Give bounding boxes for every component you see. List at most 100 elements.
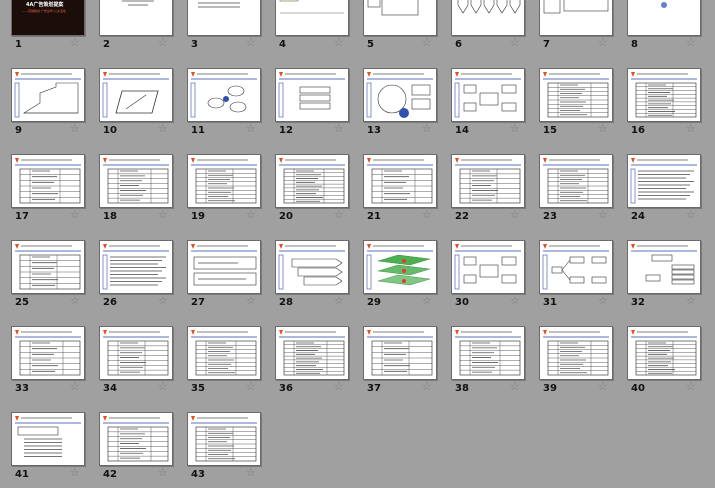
slide-thumbnail[interactable]: [99, 68, 173, 122]
slide-transition-star-icon[interactable]: ☆: [686, 295, 696, 307]
slide-transition-star-icon[interactable]: ☆: [246, 381, 256, 393]
slide-thumbnail-cell[interactable]: 30 ☆: [451, 240, 539, 326]
slide-thumbnail-cell[interactable]: 38 ☆: [451, 326, 539, 412]
slide-thumbnail[interactable]: [187, 154, 261, 208]
slide-thumbnail-cell[interactable]: 41 ☆: [11, 412, 99, 488]
slide-transition-star-icon[interactable]: ☆: [70, 467, 80, 479]
slide-thumbnail[interactable]: [275, 154, 349, 208]
slide-thumbnail[interactable]: [187, 412, 261, 466]
slide-thumbnail[interactable]: [275, 240, 349, 294]
slide-thumbnail-cell[interactable]: 2 ☆: [99, 0, 187, 68]
slide-thumbnail-cell[interactable]: 39 ☆: [539, 326, 627, 412]
slide-thumbnail[interactable]: [99, 154, 173, 208]
slide-thumbnail[interactable]: [275, 68, 349, 122]
slide-thumbnail-cell[interactable]: 5 ☆: [363, 0, 451, 68]
slide-thumbnail-cell[interactable]: 14 ☆: [451, 68, 539, 154]
slide-thumbnail[interactable]: [627, 240, 701, 294]
slide-transition-star-icon[interactable]: ☆: [246, 37, 256, 49]
slide-thumbnail[interactable]: [11, 68, 85, 122]
slide-transition-star-icon[interactable]: ☆: [510, 209, 520, 221]
slide-transition-star-icon[interactable]: ☆: [510, 295, 520, 307]
slide-thumbnail[interactable]: [99, 240, 173, 294]
slide-thumbnail[interactable]: [539, 0, 613, 36]
slide-thumbnail[interactable]: [363, 154, 437, 208]
slide-thumbnail-cell[interactable]: 31 ☆: [539, 240, 627, 326]
slide-thumbnail-cell[interactable]: 32 ☆: [627, 240, 715, 326]
slide-thumbnail[interactable]: [363, 68, 437, 122]
slide-transition-star-icon[interactable]: ☆: [510, 123, 520, 135]
slide-thumbnail[interactable]: [451, 326, 525, 380]
slide-thumbnail-cell[interactable]: 29 ☆: [363, 240, 451, 326]
slide-thumbnail[interactable]: [275, 326, 349, 380]
slide-thumbnail[interactable]: [451, 154, 525, 208]
slide-thumbnail-cell[interactable]: 8 ☆: [627, 0, 715, 68]
slide-thumbnail[interactable]: [539, 68, 613, 122]
slide-transition-star-icon[interactable]: ☆: [158, 209, 168, 221]
slide-thumbnail[interactable]: [11, 326, 85, 380]
slide-thumbnail-cell[interactable]: 10 ☆: [99, 68, 187, 154]
slide-thumbnail[interactable]: [539, 154, 613, 208]
slide-thumbnail[interactable]: [451, 68, 525, 122]
slide-thumbnail-cell[interactable]: 17 ☆: [11, 154, 99, 240]
slide-thumbnail-cell[interactable]: 20 ☆: [275, 154, 363, 240]
slide-thumbnail[interactable]: [187, 68, 261, 122]
slide-transition-star-icon[interactable]: ☆: [422, 381, 432, 393]
slide-transition-star-icon[interactable]: ☆: [246, 467, 256, 479]
slide-thumbnail-cell[interactable]: 25 ☆: [11, 240, 99, 326]
slide-thumbnail[interactable]: [627, 68, 701, 122]
slide-thumbnail[interactable]: [627, 0, 701, 36]
slide-thumbnail-cell[interactable]: 15 ☆: [539, 68, 627, 154]
slide-transition-star-icon[interactable]: ☆: [334, 123, 344, 135]
slide-thumbnail[interactable]: [275, 0, 349, 36]
slide-transition-star-icon[interactable]: ☆: [70, 37, 80, 49]
slide-thumbnail-cell[interactable]: 40 ☆: [627, 326, 715, 412]
slide-transition-star-icon[interactable]: ☆: [510, 381, 520, 393]
slide-thumbnail-cell[interactable]: 12 ☆: [275, 68, 363, 154]
slide-thumbnail[interactable]: [11, 154, 85, 208]
slide-thumbnail-cell[interactable]: 21 ☆: [363, 154, 451, 240]
slide-thumbnail-cell[interactable]: 7 ☆: [539, 0, 627, 68]
slide-transition-star-icon[interactable]: ☆: [158, 123, 168, 135]
slide-thumbnail[interactable]: [451, 0, 525, 36]
slide-transition-star-icon[interactable]: ☆: [70, 295, 80, 307]
slide-thumbnail-cell[interactable]: 33 ☆: [11, 326, 99, 412]
slide-thumbnail[interactable]: [187, 0, 261, 36]
slide-transition-star-icon[interactable]: ☆: [686, 381, 696, 393]
slide-thumbnail-cell[interactable]: 6 ☆: [451, 0, 539, 68]
slide-thumbnail[interactable]: [363, 0, 437, 36]
slide-thumbnail-cell[interactable]: 42 ☆: [99, 412, 187, 488]
slide-thumbnail-cell[interactable]: 36 ☆: [275, 326, 363, 412]
slide-thumbnail-cell[interactable]: 23 ☆: [539, 154, 627, 240]
slide-transition-star-icon[interactable]: ☆: [334, 295, 344, 307]
slide-thumbnail-cell[interactable]: 4A广告策划提案 ——营销策划·广告运作·公关活动 1 ☆: [11, 0, 99, 68]
slide-transition-star-icon[interactable]: ☆: [510, 37, 520, 49]
slide-thumbnail-cell[interactable]: 19 ☆: [187, 154, 275, 240]
slide-transition-star-icon[interactable]: ☆: [70, 381, 80, 393]
slide-transition-star-icon[interactable]: ☆: [422, 295, 432, 307]
slide-thumbnail-cell[interactable]: 37 ☆: [363, 326, 451, 412]
slide-transition-star-icon[interactable]: ☆: [70, 123, 80, 135]
slide-transition-star-icon[interactable]: ☆: [246, 123, 256, 135]
slide-thumbnail[interactable]: [99, 0, 173, 36]
slide-thumbnail[interactable]: [627, 154, 701, 208]
slide-thumbnail[interactable]: [99, 326, 173, 380]
slide-transition-star-icon[interactable]: ☆: [334, 381, 344, 393]
slide-thumbnail-cell[interactable]: 34 ☆: [99, 326, 187, 412]
slide-thumbnail[interactable]: [363, 326, 437, 380]
slide-transition-star-icon[interactable]: ☆: [246, 295, 256, 307]
slide-thumbnail[interactable]: [99, 412, 173, 466]
slide-transition-star-icon[interactable]: ☆: [422, 123, 432, 135]
slide-transition-star-icon[interactable]: ☆: [158, 37, 168, 49]
slide-transition-star-icon[interactable]: ☆: [686, 37, 696, 49]
slide-transition-star-icon[interactable]: ☆: [246, 209, 256, 221]
slide-transition-star-icon[interactable]: ☆: [598, 381, 608, 393]
slide-thumbnail-cell[interactable]: 4 ☆: [275, 0, 363, 68]
slide-thumbnail-cell[interactable]: 43 ☆: [187, 412, 275, 488]
slide-thumbnail-cell[interactable]: 3 ☆: [187, 0, 275, 68]
slide-thumbnail[interactable]: [187, 326, 261, 380]
slide-transition-star-icon[interactable]: ☆: [686, 123, 696, 135]
slide-thumbnail-cell[interactable]: 28 ☆: [275, 240, 363, 326]
slide-transition-star-icon[interactable]: ☆: [598, 209, 608, 221]
slide-thumbnail[interactable]: [187, 240, 261, 294]
slide-thumbnail-cell[interactable]: 27 ☆: [187, 240, 275, 326]
